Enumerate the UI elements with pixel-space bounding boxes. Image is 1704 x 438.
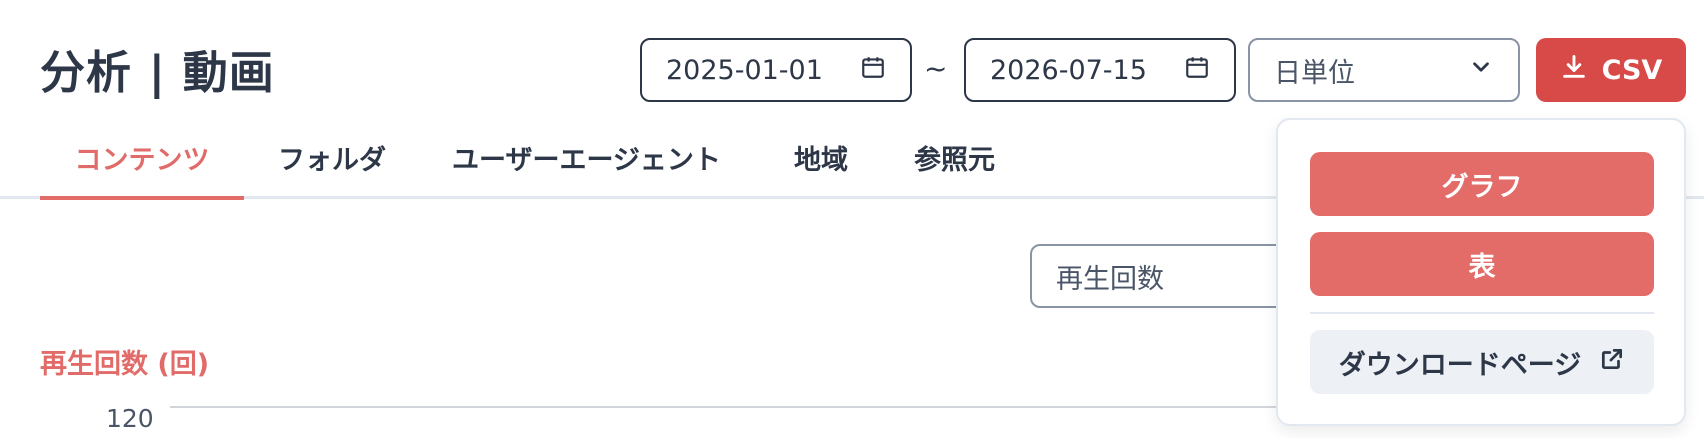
granularity-select[interactable]: 日単位 <box>1248 38 1520 102</box>
csv-button[interactable]: CSV <box>1536 38 1686 102</box>
calendar-icon[interactable] <box>1184 54 1210 87</box>
start-date-input[interactable]: 2025-01-01 <box>640 38 912 102</box>
download-page-label: ダウンロードページ <box>1338 349 1582 381</box>
graph-button[interactable]: グラフ <box>1310 152 1654 216</box>
csv-dropdown-menu: グラフ 表 ダウンロードページ <box>1276 118 1686 426</box>
page-title: 分析 | 動画 <box>40 46 275 99</box>
tab-user-agents[interactable]: ユーザーエージェント <box>452 138 721 196</box>
tab-folders[interactable]: フォルダ <box>278 138 386 196</box>
table-button[interactable]: 表 <box>1310 232 1654 296</box>
chevron-down-icon <box>1468 54 1494 87</box>
csv-button-label: CSV <box>1601 54 1663 86</box>
granularity-value: 日単位 <box>1274 57 1355 89</box>
date-range-separator: ~ <box>924 52 948 85</box>
metric-select-value: 再生回数 <box>1056 263 1164 295</box>
download-page-link[interactable]: ダウンロードページ <box>1310 330 1654 394</box>
menu-divider <box>1310 312 1654 314</box>
start-date-value: 2025-01-01 <box>666 54 823 86</box>
end-date-input[interactable]: 2026-07-15 <box>964 38 1236 102</box>
calendar-icon[interactable] <box>860 54 886 87</box>
tab-referrers[interactable]: 参照元 <box>914 138 995 196</box>
end-date-value: 2026-07-15 <box>990 54 1147 86</box>
y-axis-tick-label: 120 <box>106 404 154 433</box>
external-link-icon <box>1599 346 1625 379</box>
chart-title: 再生回数 (回) <box>40 349 210 380</box>
download-icon <box>1560 53 1588 88</box>
chart-gridline <box>170 406 1350 408</box>
tab-contents[interactable]: コンテンツ <box>40 138 244 200</box>
tab-regions[interactable]: 地域 <box>794 138 848 196</box>
